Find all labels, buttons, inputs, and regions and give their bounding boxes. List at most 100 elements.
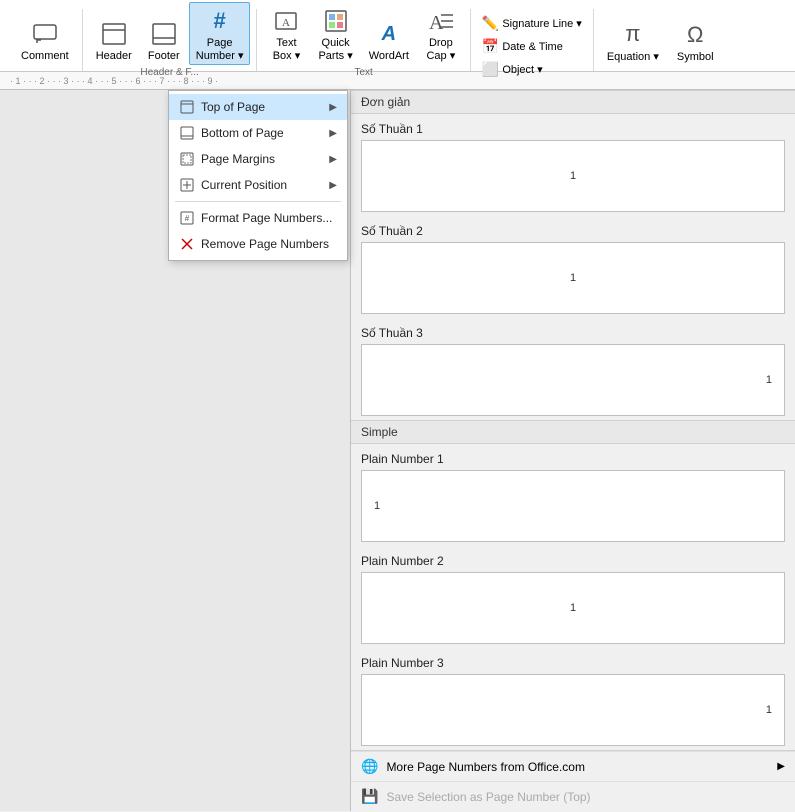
header-label: Header <box>96 50 132 62</box>
plain-number-3-number: 1 <box>766 704 772 716</box>
format-page-numbers-icon: # <box>179 210 195 226</box>
page-margins-label: Page Margins <box>201 152 275 166</box>
symbol-icon: Ω <box>679 19 711 51</box>
plain-number-2-number: 1 <box>570 602 576 614</box>
date-time-button[interactable]: 📅 Date & Time <box>477 35 587 58</box>
so-thuan-3-number: 1 <box>766 374 772 386</box>
footer-button[interactable]: Footer <box>141 15 187 65</box>
bottom-of-page-arrow: ▶ <box>329 128 337 139</box>
plain-number-2-item: Plain Number 2 1 <box>351 546 795 648</box>
comment-icon <box>29 18 61 50</box>
textbox-label: TextBox ▾ <box>273 37 301 62</box>
menu-item-page-margins[interactable]: Page Margins ▶ <box>169 146 347 172</box>
so-thuan-2-preview[interactable]: 1 <box>361 242 785 314</box>
header-icon <box>98 18 130 50</box>
remove-page-numbers-label: Remove Page Numbers <box>201 237 329 251</box>
bottom-of-page-icon <box>179 125 195 141</box>
plain-number-3-item: Plain Number 3 1 <box>351 648 795 750</box>
plain-number-1-item: Plain Number 1 1 <box>351 444 795 546</box>
header-footer-group: Header Footer # PageNumber ▾ Header & F.… <box>83 9 258 71</box>
menu-item-format-page-numbers[interactable]: # Format Page Numbers... <box>169 205 347 231</box>
page-number-label: PageNumber ▾ <box>196 37 244 62</box>
more-page-numbers-icon: 🌐 <box>361 758 378 775</box>
dropdown-menu: Top of Page ▶ Bottom of Page ▶ Page Marg… <box>168 90 348 261</box>
current-position-icon <box>179 177 195 193</box>
save-selection-button: 💾 Save Selection as Page Number (Top) <box>351 781 795 811</box>
so-thuan-1-label: Số Thuần 1 <box>361 122 785 136</box>
comment-button[interactable]: Comment <box>14 15 76 65</box>
signature-line-icon: ✏️ <box>482 15 499 32</box>
save-selection-icon: 💾 <box>361 788 378 805</box>
equation-icon: π <box>617 18 649 50</box>
so-thuan-3-item: Số Thuần 3 1 <box>351 318 795 420</box>
save-selection-label: Save Selection as Page Number (Top) <box>386 790 590 804</box>
top-of-page-icon <box>179 99 195 115</box>
textbox-button[interactable]: A TextBox ▾ <box>263 2 309 65</box>
footer-icon <box>148 18 180 50</box>
ruler: · 1 · · · 2 · · · 3 · · · 4 · · · 5 · · … <box>0 72 795 90</box>
bottom-of-page-label: Bottom of Page <box>201 126 284 140</box>
plain-number-2-label: Plain Number 2 <box>361 554 785 568</box>
symbol-button[interactable]: Ω Symbol <box>670 16 721 66</box>
equation-button[interactable]: π Equation ▾ <box>600 15 666 66</box>
dropcap-button[interactable]: A DropCap ▾ <box>418 2 464 65</box>
plain-number-3-label: Plain Number 3 <box>361 656 785 670</box>
main-area: Top of Page ▶ Bottom of Page ▶ Page Marg… <box>0 90 795 811</box>
header-button[interactable]: Header <box>89 15 139 65</box>
so-thuan-3-preview[interactable]: 1 <box>361 344 785 416</box>
so-thuan-1-item: Số Thuần 1 1 <box>351 114 795 216</box>
so-thuan-2-number: 1 <box>570 272 576 284</box>
plain-number-1-number: 1 <box>374 500 380 512</box>
equation-label: Equation ▾ <box>607 50 659 63</box>
svg-text:#: # <box>185 214 190 223</box>
menu-item-bottom-of-page[interactable]: Bottom of Page ▶ <box>169 120 347 146</box>
so-thuan-1-preview[interactable]: 1 <box>361 140 785 212</box>
comments-group: Comment <box>8 9 83 71</box>
simple-header: Simple <box>351 420 795 444</box>
panel-bottom: 🌐 More Page Numbers from Office.com ▶ 💾 … <box>351 750 795 811</box>
page-number-button[interactable]: # PageNumber ▾ <box>189 2 251 65</box>
quickparts-icon <box>320 5 352 37</box>
quickparts-button[interactable]: QuickParts ▾ <box>311 2 359 65</box>
menu-item-current-position[interactable]: Current Position ▶ <box>169 172 347 198</box>
quickparts-label: QuickParts ▾ <box>318 37 352 62</box>
signature-line-button[interactable]: ✏️ Đơn giản Signature Line ▾ <box>477 12 587 35</box>
object-button[interactable]: ⬜ Object ▾ <box>477 58 587 81</box>
text-group-label: Text <box>355 67 373 78</box>
page-margins-arrow: ▶ <box>329 154 337 165</box>
ribbon: Comment Header Footer # PageNumber ▾ He <box>0 0 795 72</box>
wordart-button[interactable]: A WordArt <box>362 15 416 65</box>
more-page-numbers-label: More Page Numbers from Office.com <box>386 760 585 774</box>
dropcap-icon: A <box>425 5 457 37</box>
don-gian-header: Đơn giản <box>351 90 795 114</box>
wordart-icon: A <box>373 18 405 50</box>
plain-number-3-preview[interactable]: 1 <box>361 674 785 746</box>
so-thuan-1-number: 1 <box>570 170 576 182</box>
text-group: A TextBox ▾ QuickParts ▾ A WordArt A Dro… <box>257 9 470 71</box>
header-footer-group-label: Header & F... <box>140 67 198 78</box>
plain-number-1-preview[interactable]: 1 <box>361 470 785 542</box>
object-icon: ⬜ <box>482 61 499 78</box>
plain-number-2-preview[interactable]: 1 <box>361 572 785 644</box>
more-page-numbers-button[interactable]: 🌐 More Page Numbers from Office.com ▶ <box>351 751 795 781</box>
wordart-label: WordArt <box>369 50 409 62</box>
format-page-numbers-label: Format Page Numbers... <box>201 211 332 225</box>
right-panel[interactable]: Đơn giản Số Thuần 1 1 Số Thuần 2 1 Số Th… <box>350 90 795 811</box>
dropcap-label: DropCap ▾ <box>426 37 455 62</box>
more-page-numbers-arrow: ▶ <box>777 761 785 772</box>
footer-label: Footer <box>148 50 180 62</box>
symbol-label: Symbol <box>677 51 714 63</box>
current-position-arrow: ▶ <box>329 180 337 191</box>
signature-group: ✏️ Đơn giản Signature Line ▾ 📅 Date & Ti… <box>471 9 594 71</box>
svg-text:A: A <box>282 17 290 29</box>
date-time-icon: 📅 <box>482 38 499 55</box>
menu-item-top-of-page[interactable]: Top of Page ▶ <box>169 94 347 120</box>
comment-label: Comment <box>21 50 69 62</box>
top-of-page-arrow: ▶ <box>329 102 337 113</box>
top-of-page-label: Top of Page <box>201 100 265 114</box>
signature-small-group: ✏️ Đơn giản Signature Line ▾ 📅 Date & Ti… <box>477 12 587 68</box>
remove-page-numbers-icon <box>179 236 195 252</box>
menu-item-remove-page-numbers[interactable]: Remove Page Numbers <box>169 231 347 257</box>
equation-symbol-group: π Equation ▾ Ω Symbol <box>594 9 727 71</box>
page-number-icon: # <box>204 5 236 37</box>
